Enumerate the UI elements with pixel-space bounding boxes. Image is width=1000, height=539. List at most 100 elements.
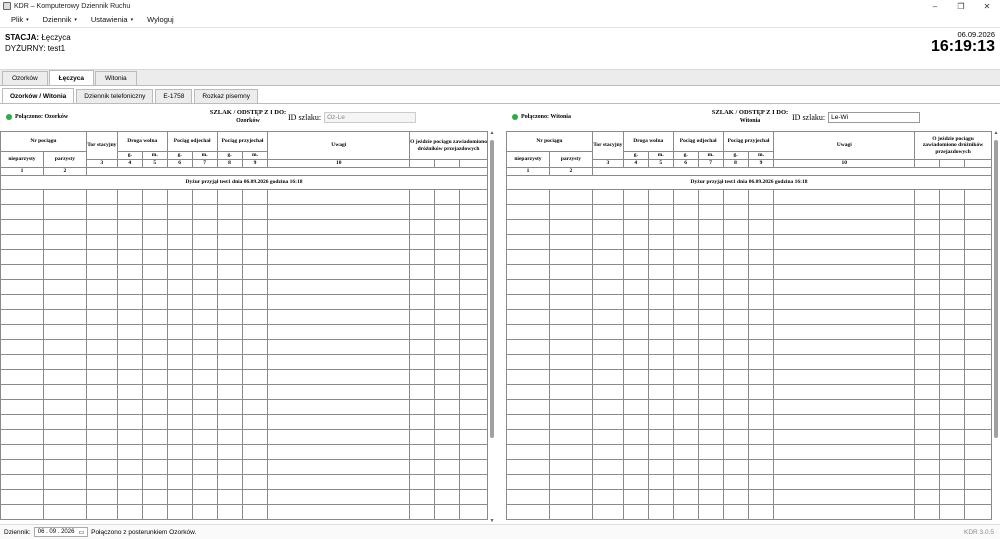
table-cell[interactable] xyxy=(42,384,87,400)
table-cell[interactable] xyxy=(141,429,168,445)
table-cell[interactable] xyxy=(914,459,941,475)
maximize-icon[interactable]: ❐ xyxy=(948,2,974,11)
table-cell[interactable] xyxy=(747,324,775,340)
table-cell[interactable] xyxy=(267,489,411,505)
table-cell[interactable] xyxy=(42,444,87,460)
table-cell[interactable] xyxy=(647,504,674,520)
scroll-up-icon[interactable]: ▲ xyxy=(992,131,1000,136)
table-cell[interactable] xyxy=(241,189,269,205)
table-cell[interactable] xyxy=(672,384,699,400)
table-cell[interactable] xyxy=(434,324,460,340)
table-cell[interactable] xyxy=(434,279,460,295)
table-cell[interactable] xyxy=(409,444,436,460)
table-cell[interactable] xyxy=(963,369,992,385)
table-cell[interactable] xyxy=(773,399,916,415)
table-cell[interactable] xyxy=(773,219,916,235)
table-cell[interactable] xyxy=(116,369,143,385)
table-cell[interactable] xyxy=(216,279,243,295)
table-cell[interactable] xyxy=(622,459,649,475)
table-cell[interactable] xyxy=(241,294,269,310)
table-cell[interactable] xyxy=(0,189,44,205)
table-cell[interactable] xyxy=(722,444,749,460)
table-cell[interactable] xyxy=(458,399,488,415)
table-cell[interactable] xyxy=(85,264,118,280)
table-cell[interactable] xyxy=(722,369,749,385)
table-cell[interactable] xyxy=(191,294,218,310)
table-cell[interactable] xyxy=(191,414,218,430)
table-cell[interactable] xyxy=(116,324,143,340)
table-cell[interactable] xyxy=(647,324,674,340)
table-cell[interactable] xyxy=(85,429,118,445)
table-cell[interactable] xyxy=(697,459,724,475)
table-cell[interactable] xyxy=(267,444,411,460)
table-cell[interactable] xyxy=(166,459,193,475)
table-cell[interactable] xyxy=(647,369,674,385)
table-cell[interactable] xyxy=(963,444,992,460)
table-cell[interactable] xyxy=(591,309,624,325)
table-cell[interactable] xyxy=(697,399,724,415)
table-cell[interactable] xyxy=(672,324,699,340)
table-cell[interactable] xyxy=(914,324,941,340)
table-cell[interactable] xyxy=(85,444,118,460)
table-cell[interactable] xyxy=(773,504,916,520)
menu-plik[interactable]: Plik ▾ xyxy=(4,15,36,24)
table-cell[interactable] xyxy=(773,429,916,445)
table-row[interactable] xyxy=(0,189,488,205)
table-row[interactable] xyxy=(0,219,488,235)
table-cell[interactable] xyxy=(166,339,193,355)
table-cell[interactable] xyxy=(548,369,593,385)
table-cell[interactable] xyxy=(773,294,916,310)
table-cell[interactable] xyxy=(0,204,44,220)
table-cell[interactable] xyxy=(722,414,749,430)
table-cell[interactable] xyxy=(914,309,941,325)
table-cell[interactable] xyxy=(141,459,168,475)
table-cell[interactable] xyxy=(85,459,118,475)
table-cell[interactable] xyxy=(548,219,593,235)
table-cell[interactable] xyxy=(647,264,674,280)
table-cell[interactable] xyxy=(963,189,992,205)
table-row[interactable] xyxy=(0,264,488,280)
table-cell[interactable] xyxy=(548,264,593,280)
table-cell[interactable] xyxy=(506,279,550,295)
table-row[interactable] xyxy=(0,294,488,310)
table-cell[interactable] xyxy=(267,474,411,490)
table-row[interactable] xyxy=(506,249,992,265)
table-cell[interactable] xyxy=(773,264,916,280)
table-cell[interactable] xyxy=(409,294,436,310)
table-cell[interactable] xyxy=(42,474,87,490)
table-cell[interactable] xyxy=(697,189,724,205)
table-cell[interactable] xyxy=(458,354,488,370)
table-cell[interactable] xyxy=(506,219,550,235)
table-cell[interactable] xyxy=(963,339,992,355)
table-cell[interactable] xyxy=(747,369,775,385)
table-cell[interactable] xyxy=(42,504,87,520)
table-cell[interactable] xyxy=(647,474,674,490)
table-cell[interactable] xyxy=(747,384,775,400)
table-cell[interactable] xyxy=(116,474,143,490)
table-cell[interactable] xyxy=(458,414,488,430)
table-cell[interactable] xyxy=(458,369,488,385)
table-row[interactable] xyxy=(0,204,488,220)
journal-date-input[interactable]: 06 . 09 . 2026 ▭ xyxy=(33,527,89,537)
table-cell[interactable] xyxy=(191,459,218,475)
table-cell[interactable] xyxy=(697,324,724,340)
table-cell[interactable] xyxy=(434,249,460,265)
table-cell[interactable] xyxy=(963,249,992,265)
table-cell[interactable] xyxy=(85,204,118,220)
table-cell[interactable] xyxy=(166,369,193,385)
table-cell[interactable] xyxy=(434,429,460,445)
table-row[interactable] xyxy=(0,489,488,505)
table-cell[interactable] xyxy=(116,264,143,280)
table-cell[interactable] xyxy=(116,339,143,355)
table-cell[interactable] xyxy=(939,249,965,265)
table-cell[interactable] xyxy=(939,414,965,430)
table-cell[interactable] xyxy=(267,264,411,280)
table-cell[interactable] xyxy=(591,324,624,340)
table-cell[interactable] xyxy=(914,264,941,280)
table-cell[interactable] xyxy=(267,234,411,250)
table-cell[interactable] xyxy=(722,309,749,325)
table-cell[interactable] xyxy=(191,219,218,235)
table-row[interactable] xyxy=(0,474,488,490)
table-cell[interactable] xyxy=(85,354,118,370)
table-cell[interactable] xyxy=(622,444,649,460)
